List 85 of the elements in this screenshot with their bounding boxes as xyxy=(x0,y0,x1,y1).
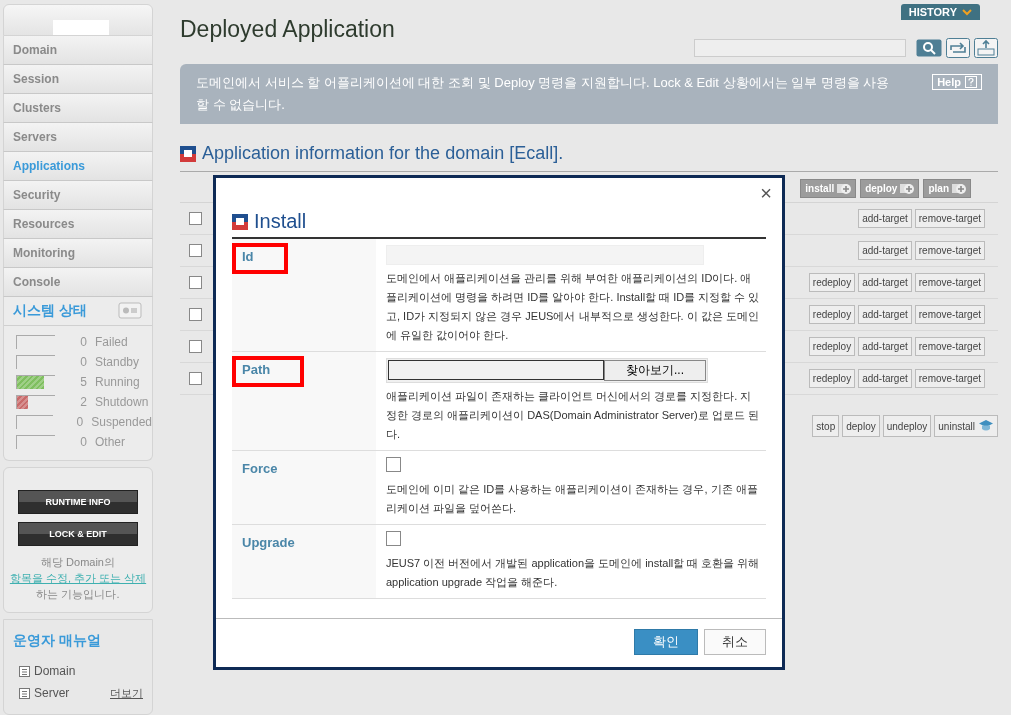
status-count: 0 xyxy=(79,435,87,449)
status-bar xyxy=(16,435,55,449)
field-label: Path xyxy=(232,356,305,387)
row-action-button[interactable]: remove-target xyxy=(914,209,985,228)
document-icon xyxy=(19,665,30,677)
row-action-button[interactable]: add-target xyxy=(858,241,912,260)
plus-icon xyxy=(837,182,852,195)
refresh-icon[interactable] xyxy=(946,38,970,58)
row-checkbox[interactable] xyxy=(189,308,202,321)
option-checkbox[interactable] xyxy=(386,531,401,546)
chart-toggle-icon[interactable] xyxy=(118,302,142,320)
chevron-icon xyxy=(962,8,972,16)
search-icon[interactable] xyxy=(916,39,942,57)
search-field[interactable] xyxy=(694,39,906,57)
field-label: Force xyxy=(241,460,279,478)
status-count: 2 xyxy=(79,395,87,409)
row-action-button[interactable]: add-target xyxy=(858,305,912,324)
cancel-button[interactable]: 취소 xyxy=(704,629,766,655)
dialog-title-icon xyxy=(232,213,248,230)
status-title: 시스템 상태 xyxy=(13,302,87,320)
sidebar-button[interactable]: LOCK & EDIT xyxy=(18,522,138,546)
manual-title: 운영자 매뉴얼 xyxy=(13,632,102,650)
status-count: 0 xyxy=(75,415,84,429)
row-action-button[interactable]: redeploy xyxy=(808,337,856,356)
manual-link[interactable]: Server xyxy=(34,686,70,700)
section-icon xyxy=(180,145,196,162)
plus-icon xyxy=(900,182,915,195)
action-button[interactable]: uninstall xyxy=(934,415,998,437)
row-action-button[interactable]: redeploy xyxy=(808,369,856,388)
status-label: Running xyxy=(95,375,140,389)
status-count: 5 xyxy=(79,375,87,389)
document-icon xyxy=(19,687,30,699)
row-checkbox[interactable] xyxy=(189,340,202,353)
status-bar xyxy=(16,415,53,429)
row-action-button[interactable]: add-target xyxy=(858,337,912,356)
status-count: 0 xyxy=(79,335,87,349)
manual-link[interactable]: Domain xyxy=(34,664,76,678)
path-input[interactable] xyxy=(388,360,604,380)
banner-text: 도메인에서 서비스 할 어플리케이션에 대한 조회 및 Deploy 명령을 지원합니다. Lock & Edit 상황에서는 일부 명령을 사용할 수 없습니다. xyxy=(196,74,891,114)
status-label: Shutdown xyxy=(95,395,149,409)
sidebar-button[interactable]: RUNTIME INFO xyxy=(18,490,138,514)
section-heading: Application information for the domain [Ecall]. xyxy=(202,143,564,164)
row-action-button[interactable]: remove-target xyxy=(914,273,985,292)
action-button[interactable]: stop xyxy=(812,415,840,437)
sidebar-note: 해당 Domain의 항목을 수정, 추가 또는 삭제 하는 기능입니다. xyxy=(9,555,147,602)
confirm-button[interactable]: 확인 xyxy=(634,629,698,655)
status-label: Other xyxy=(95,435,125,449)
row-checkbox[interactable] xyxy=(189,276,202,289)
field-description: 도메인에서 애플리케이션을 관리를 위해 부여한 애플리케이션의 ID이다. 애플리케이션에 명령을 하려면 ID를 알아야 한다. Install할 때 ID를 지정할 수 있고, ID가 지정되지 않은 경우 JEUS에서 내부적으로 생성한다. 이 값은 도메인에 유일한 값이어야 한다. xyxy=(386,271,761,343)
status-bar xyxy=(16,355,55,369)
more-link[interactable]: 더보기 xyxy=(110,685,143,701)
status-label: Failed xyxy=(95,335,128,349)
row-checkbox[interactable] xyxy=(189,212,202,225)
status-bar xyxy=(16,335,55,349)
row-checkbox[interactable] xyxy=(189,372,202,385)
action-button[interactable]: undeploy xyxy=(882,415,932,437)
browse-button[interactable]: 찾아보기... xyxy=(604,360,706,381)
graduation-cap-icon xyxy=(978,419,994,433)
field-description: JEUS7 이전 버전에서 개발된 application을 도메인에 install할 때 호환을 위해 application upgrade 작업을 해준다. xyxy=(386,556,761,590)
export-icon[interactable] xyxy=(974,38,998,58)
page-title: Deployed Application xyxy=(180,16,395,44)
row-checkbox[interactable] xyxy=(189,244,202,257)
row-action-button[interactable]: redeploy xyxy=(808,273,856,292)
row-action-button[interactable]: remove-target xyxy=(914,241,985,260)
dialog-title: Install xyxy=(254,210,307,233)
status-count: 0 xyxy=(79,355,87,369)
status-label: Suspended xyxy=(91,415,152,429)
row-action-button[interactable]: redeploy xyxy=(808,305,856,324)
close-button[interactable]: × xyxy=(760,182,772,205)
plus-icon xyxy=(952,182,966,195)
row-action-button[interactable]: remove-target xyxy=(914,305,985,324)
question-icon xyxy=(965,76,977,88)
row-action-button[interactable]: add-target xyxy=(858,273,912,292)
row-action-button[interactable]: remove-target xyxy=(914,369,985,388)
status-label: Standby xyxy=(95,355,140,369)
option-checkbox[interactable] xyxy=(386,457,401,472)
field-label: Upgrade xyxy=(241,534,296,552)
row-action-button[interactable]: remove-target xyxy=(914,337,985,356)
history-button[interactable]: HISTORY xyxy=(900,4,980,20)
action-button[interactable]: deploy xyxy=(842,415,880,437)
field-description: 도메인에 이미 같은 ID를 사용하는 애플리케이션이 존재하는 경우, 기존 애플리케이션 파일을 덮어쓴다. xyxy=(386,482,759,516)
row-action-button[interactable]: add-target xyxy=(858,369,912,388)
field-label: Id xyxy=(232,243,288,274)
row-action-button[interactable]: add-target xyxy=(858,209,912,228)
field-description: 애플리케이션 파일이 존재하는 클라이언트 머신에서의 경로를 지정한다. 지정한 경로의 애플리케이션이 DAS(Domain Administrator Server)로 업로드 된다. xyxy=(386,389,760,442)
